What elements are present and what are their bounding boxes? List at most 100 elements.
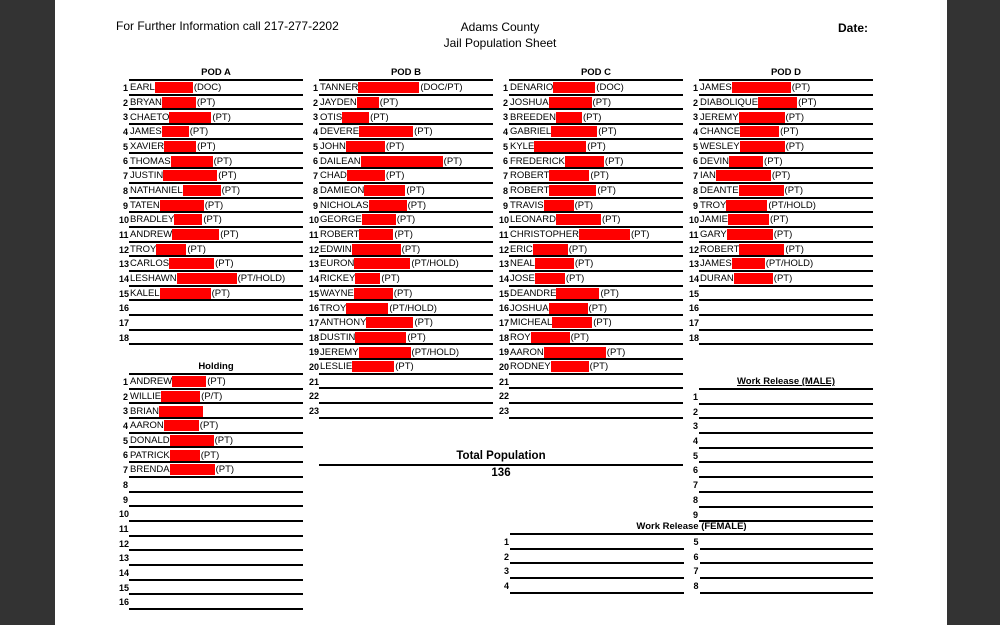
redaction-bar	[159, 405, 204, 417]
row-number: 11	[499, 229, 509, 240]
roster-row: 10 BRADLEY (PT)	[119, 213, 303, 228]
redaction-bar	[758, 96, 798, 108]
row-number: 19	[309, 347, 320, 358]
custody-status: (PT)	[771, 170, 791, 182]
entry-line: NEAL (PT)	[509, 258, 683, 272]
roster-row: 18	[119, 331, 303, 346]
roster-row: 5 KYLE (PT)	[499, 140, 683, 155]
roster-row: 12 ERIC (PT)	[499, 243, 683, 258]
sheet-title: Jail Population Sheet	[443, 36, 557, 50]
inmate-first-name: GABRIEL	[510, 126, 552, 138]
roster-row: 15 WAYNE (PT)	[309, 287, 493, 302]
row-number: 13	[689, 259, 700, 270]
custody-status: (PT)	[593, 317, 612, 329]
inmate-first-name: DONALD	[130, 434, 170, 446]
entry-line: RODNEY (PT)	[509, 361, 683, 375]
roster-row: 15	[689, 287, 873, 302]
custody-status: (PT)	[220, 229, 239, 241]
row-number: 22	[499, 391, 510, 402]
roster-row: 15 DEANDRE (PT)	[499, 287, 683, 302]
inmate-first-name: LESLIE	[320, 361, 353, 373]
inmate-first-name: LEONARD	[510, 214, 556, 226]
row-number: 4	[692, 436, 698, 447]
row-number: 10	[309, 215, 320, 226]
row-number: 2	[692, 97, 698, 108]
redaction-bar	[555, 111, 582, 123]
roster-row: 7	[689, 478, 873, 493]
row-number: 6	[693, 551, 699, 562]
roster-row: 10 LEONARD (PT)	[499, 213, 683, 228]
redaction-bar	[555, 214, 601, 226]
entry-line: DURAN (PT)	[699, 273, 873, 287]
inmate-first-name: CHRISTOPHER	[510, 229, 579, 241]
custody-status: (PT)	[592, 96, 612, 108]
entry-line	[129, 581, 303, 596]
inmate-first-name: JOSHUA	[510, 302, 549, 314]
entry-line: WILLIE (P/T)	[129, 390, 303, 405]
redaction-bar	[358, 346, 411, 358]
roster-row: 8 NATHANIEL (PT)	[119, 184, 303, 199]
entry-line: TROY (PT/HOLD)	[699, 199, 873, 214]
redaction-bar	[174, 214, 203, 226]
custody-status: (PT/HOLD)	[768, 199, 816, 211]
entry-line: LESHAWN (PT/HOLD)	[129, 273, 303, 287]
inmate-first-name: JAMES	[700, 258, 732, 270]
entry-line	[319, 375, 493, 390]
inmate-first-name: DURAN	[700, 273, 734, 285]
redaction-bar	[355, 331, 407, 343]
entry-line: KALEL (PT)	[129, 287, 303, 302]
roster-row: 13	[119, 551, 303, 566]
inmate-first-name: JOSHUA	[510, 96, 549, 108]
entry-line: FREDERICK (PT)	[509, 155, 683, 170]
entry-line: OTIS (PT)	[319, 111, 493, 126]
row-number: 14	[119, 273, 130, 284]
entry-line	[699, 449, 873, 464]
entry-line: CHAD (PT)	[319, 170, 493, 184]
custody-status: (PT)	[414, 126, 433, 138]
roster-row: 17 ANTHONY (PT)	[309, 316, 493, 331]
roster-row: 11	[119, 522, 303, 537]
row-number: 12	[119, 538, 130, 549]
custody-status: (PT)	[582, 111, 602, 123]
custody-status: (PT)	[601, 214, 621, 226]
entry-line: DUSTIN (PT)	[319, 331, 493, 346]
roster-row: 16 TROY (PT/HOLD)	[309, 301, 493, 316]
inmate-first-name: DEVERE	[320, 126, 360, 138]
roster-row: 9 TATEN (PT)	[119, 199, 303, 214]
entry-line: BREEDEN (PT)	[509, 111, 683, 126]
row-number: 7	[693, 566, 699, 577]
custody-status: (PT)	[215, 258, 234, 270]
redaction-bar	[159, 287, 211, 299]
row-number: 1	[692, 83, 698, 93]
entry-line: KYLE (PT)	[509, 140, 683, 155]
custody-status: (PT)	[791, 82, 811, 94]
entry-line: JOSHUA (PT)	[509, 302, 683, 316]
custody-status: (P/T)	[201, 390, 223, 402]
roster-row: 22	[499, 389, 683, 405]
redaction-bar	[352, 361, 395, 373]
roster-row: 4 AARON (PT)	[119, 419, 303, 434]
roster-row: 9	[689, 508, 873, 523]
row-number: 8	[692, 185, 698, 196]
row-number: 8	[502, 185, 508, 196]
redaction-bar	[532, 243, 568, 255]
row-number: 18	[119, 332, 130, 343]
entry-line: DEVERE (PT)	[319, 126, 493, 140]
redaction-bar	[351, 243, 401, 255]
redaction-bar	[740, 126, 780, 138]
entry-line: AARON (PT)	[129, 420, 303, 434]
entry-line	[699, 287, 873, 302]
redaction-bar	[358, 82, 420, 94]
row-number: 11	[309, 229, 319, 240]
row-number: 12	[499, 244, 510, 255]
entry-line: JAMES (PT)	[129, 126, 303, 140]
custody-status: (PT)	[370, 111, 389, 123]
inmate-first-name: JOSE	[510, 273, 535, 285]
inmate-first-name: ANDREW	[130, 376, 173, 388]
roster-row: 1 JAMES (PT)	[689, 81, 873, 96]
row-number: 9	[692, 509, 698, 520]
custody-status: (PT)	[597, 185, 616, 196]
row-number: 3	[122, 112, 128, 123]
entry-line	[129, 523, 303, 537]
total-population: Total Population 136	[319, 449, 683, 480]
